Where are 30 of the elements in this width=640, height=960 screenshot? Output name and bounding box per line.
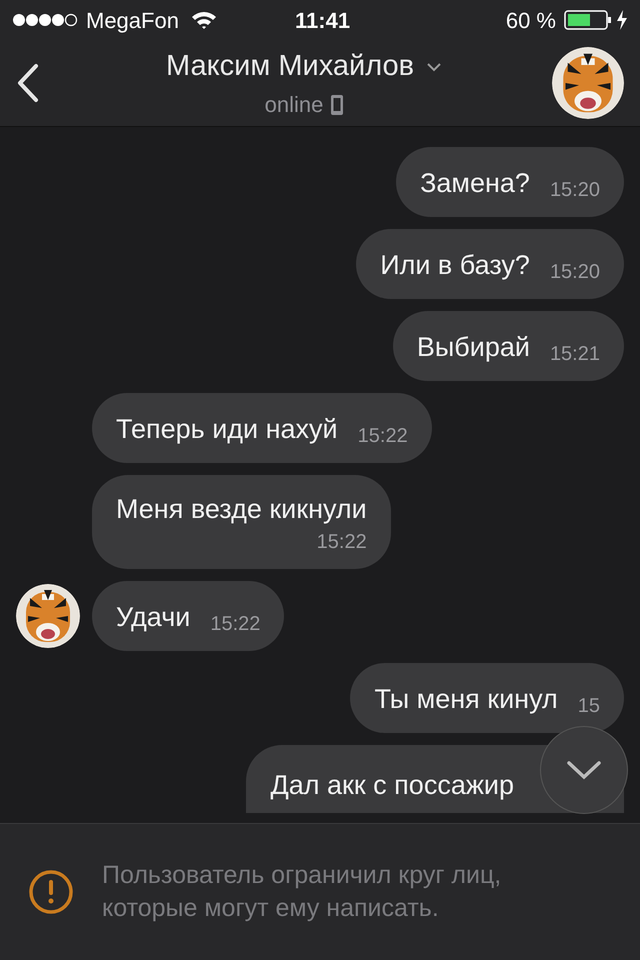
- message-text: Или в базу?: [380, 249, 530, 282]
- message-time: 15: [578, 694, 600, 719]
- message-time: 15:20: [550, 178, 600, 203]
- message-time: 15:22: [358, 424, 408, 449]
- clock-time: 11:41: [295, 6, 350, 34]
- message-time: 15:22: [316, 530, 367, 555]
- signal-icon: [12, 13, 78, 27]
- back-icon: [16, 63, 40, 103]
- chevron-down-icon: [426, 62, 442, 72]
- battery-icon: [564, 10, 612, 30]
- message-text: Замена?: [420, 167, 530, 200]
- online-status: online: [264, 91, 324, 120]
- message-text: Удачи: [116, 601, 190, 634]
- message-text: Выбирай: [416, 331, 530, 364]
- notice-text: Пользователь ограничил круг лиц, которые могут ему написать.: [102, 860, 502, 924]
- message-time: 15:20: [550, 260, 600, 285]
- carrier-name: MegaFon: [86, 6, 179, 35]
- chevron-down-icon: [566, 760, 602, 780]
- contact-name[interactable]: Максим Михайлов: [166, 44, 414, 88]
- message-text: Теперь иди нахуй: [116, 413, 338, 446]
- wifi-icon: [190, 10, 217, 30]
- message-text: Ты меня кинул: [374, 683, 558, 716]
- message-time: 15:22: [210, 612, 260, 637]
- battery-percent: 60 %: [506, 6, 556, 34]
- warning-icon: [28, 869, 74, 915]
- charging-icon: [616, 10, 628, 30]
- phone-icon: [331, 94, 344, 115]
- message-time: 15:21: [550, 342, 600, 367]
- message-text: Дал акк с поссажир: [270, 769, 514, 802]
- message-text: Меня везде кикнули: [116, 493, 367, 526]
